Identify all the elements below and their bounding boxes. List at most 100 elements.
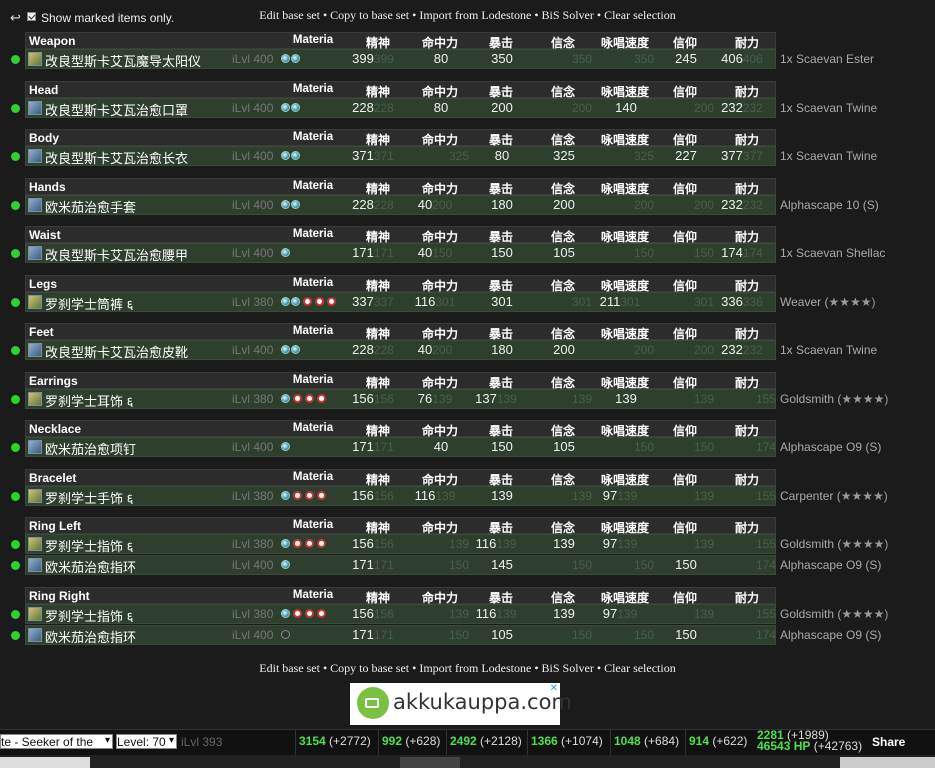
materia-icon[interactable] bbox=[281, 394, 290, 403]
selected-indicator-icon[interactable] bbox=[11, 492, 20, 501]
unmelded-materia-icon[interactable] bbox=[281, 630, 290, 639]
item-name[interactable]: 改良型斯卡艾瓦治愈口罩 bbox=[45, 100, 188, 119]
materia-slots[interactable] bbox=[281, 394, 327, 404]
empty-materia-icon[interactable] bbox=[303, 297, 312, 306]
selected-indicator-icon[interactable] bbox=[11, 346, 20, 355]
materia-slots[interactable] bbox=[281, 609, 327, 619]
item-name[interactable]: 改良型斯卡艾瓦治愈腰甲 bbox=[45, 245, 188, 264]
materia-icon[interactable] bbox=[291, 103, 300, 112]
item-row[interactable]: 欧米茄治愈项钉 iLvl 400 171171 40 150 105 150 150 174 Al… bbox=[11, 437, 881, 458]
materia-slots[interactable] bbox=[281, 442, 291, 452]
materia-icon[interactable] bbox=[281, 103, 290, 112]
item-name[interactable]: 欧米茄治愈项钉 bbox=[45, 439, 136, 458]
materia-icon[interactable] bbox=[291, 345, 300, 354]
materia-slots[interactable] bbox=[281, 539, 327, 549]
item-name[interactable]: 欧米茄治愈指环 bbox=[45, 627, 136, 646]
materia-slots[interactable] bbox=[281, 630, 291, 640]
selected-indicator-icon[interactable] bbox=[11, 249, 20, 258]
action-link[interactable]: Edit base set bbox=[259, 661, 320, 675]
materia-icon[interactable] bbox=[281, 560, 290, 569]
item-name[interactable]: 改良型斯卡艾瓦治愈长衣 bbox=[45, 148, 188, 167]
item-row[interactable]: 罗刹学士手饰 ६ iLvl 380 156156 116139 139 139 97139 1… bbox=[11, 486, 888, 507]
selected-indicator-icon[interactable] bbox=[11, 540, 20, 549]
item-row[interactable]: 改良型斯卡艾瓦魔导太阳仪 iLvl 400 399399 80 350 350 350 245… bbox=[11, 49, 874, 70]
materia-slots[interactable] bbox=[281, 560, 291, 570]
selected-indicator-icon[interactable] bbox=[11, 443, 20, 452]
item-row[interactable]: 改良型斯卡艾瓦治愈皮靴 iLvl 400 228228 40200 180 200 200 2… bbox=[11, 340, 877, 360]
materia-icon[interactable] bbox=[281, 609, 290, 618]
materia-icon[interactable] bbox=[281, 248, 290, 257]
empty-materia-icon[interactable] bbox=[305, 539, 314, 548]
empty-materia-icon[interactable] bbox=[293, 539, 302, 548]
item-row[interactable]: 罗刹学士筒裤 ६ iLvl 380 337337 116301 301 301 211301… bbox=[11, 292, 876, 313]
materia-slots[interactable] bbox=[281, 54, 301, 64]
materia-slots[interactable] bbox=[281, 151, 301, 161]
materia-icon[interactable] bbox=[281, 491, 290, 500]
action-link[interactable]: Clear selection bbox=[604, 8, 676, 22]
item-name[interactable]: 改良型斯卡艾瓦魔导太阳仪 bbox=[45, 51, 201, 70]
advertisement[interactable]: akkukauppa.com ✕ bbox=[350, 683, 572, 725]
materia-icon[interactable] bbox=[281, 151, 290, 160]
item-name[interactable]: 罗刹学士指饰 ६ bbox=[45, 606, 133, 625]
selected-indicator-icon[interactable] bbox=[11, 152, 20, 161]
action-link[interactable]: Clear selection bbox=[604, 661, 676, 675]
materia-icon[interactable] bbox=[281, 442, 290, 451]
selected-indicator-icon[interactable] bbox=[11, 298, 20, 307]
empty-materia-icon[interactable] bbox=[305, 394, 314, 403]
materia-icon[interactable] bbox=[281, 345, 290, 354]
action-link[interactable]: BiS Solver bbox=[542, 661, 594, 675]
selected-indicator-icon[interactable] bbox=[11, 201, 20, 210]
item-name[interactable]: 欧米茄治愈指环 bbox=[45, 557, 136, 576]
selected-indicator-icon[interactable] bbox=[11, 610, 20, 619]
materia-slots[interactable] bbox=[281, 297, 337, 307]
item-name[interactable]: 欧米茄治愈手套 bbox=[45, 197, 136, 216]
empty-materia-icon[interactable] bbox=[293, 394, 302, 403]
item-name[interactable]: 罗刹学士耳饰 ६ bbox=[45, 391, 133, 410]
action-link[interactable]: Copy to base set bbox=[330, 661, 409, 675]
item-row[interactable]: 欧米茄治愈指环 iLvl 400 171171 150 145 150 150 150 174 A… bbox=[11, 555, 881, 576]
item-name[interactable]: 罗刹学士指饰 ६ bbox=[45, 536, 133, 555]
materia-slots[interactable] bbox=[281, 200, 301, 210]
materia-icon[interactable] bbox=[281, 297, 290, 306]
materia-icon[interactable] bbox=[291, 151, 300, 160]
action-link[interactable]: Copy to base set bbox=[330, 8, 409, 22]
materia-slots[interactable] bbox=[281, 345, 301, 355]
selected-indicator-icon[interactable] bbox=[11, 104, 20, 113]
empty-materia-icon[interactable] bbox=[327, 297, 336, 306]
empty-materia-icon[interactable] bbox=[317, 609, 326, 618]
materia-icon[interactable] bbox=[281, 539, 290, 548]
empty-materia-icon[interactable] bbox=[305, 491, 314, 500]
item-row[interactable]: 罗刹学士耳饰 ६ iLvl 380 156156 76139 137139 139 139 1… bbox=[11, 389, 888, 410]
item-row[interactable]: 改良型斯卡艾瓦治愈腰甲 iLvl 400 171171 40150 150 105 150 1… bbox=[11, 243, 885, 264]
item-row[interactable]: 欧米茄治愈手套 iLvl 400 228228 40200 180 200 200 200 23… bbox=[11, 195, 879, 216]
selected-indicator-icon[interactable] bbox=[11, 55, 20, 64]
item-name[interactable]: 罗刹学士筒裤 ६ bbox=[45, 294, 133, 313]
level-select[interactable]: Level: 70 bbox=[116, 734, 177, 749]
empty-materia-icon[interactable] bbox=[293, 609, 302, 618]
empty-materia-icon[interactable] bbox=[293, 491, 302, 500]
materia-icon[interactable] bbox=[291, 54, 300, 63]
action-link[interactable]: Edit base set bbox=[259, 8, 320, 22]
materia-icon[interactable] bbox=[281, 54, 290, 63]
action-link[interactable]: BiS Solver bbox=[542, 8, 594, 22]
item-row[interactable]: 罗刹学士指饰 ६ iLvl 380 156156 139 116139 139 97139 1… bbox=[11, 604, 888, 625]
empty-materia-icon[interactable] bbox=[317, 394, 326, 403]
materia-slots[interactable] bbox=[281, 248, 291, 258]
selected-indicator-icon[interactable] bbox=[11, 395, 20, 404]
materia-slots[interactable] bbox=[281, 491, 327, 501]
materia-icon[interactable] bbox=[291, 297, 300, 306]
action-link[interactable]: Import from Lodestone bbox=[419, 661, 531, 675]
materia-icon[interactable] bbox=[291, 200, 300, 209]
item-row[interactable]: 改良型斯卡艾瓦治愈长衣 iLvl 400 371371 325 80 325 325 227 3… bbox=[11, 146, 877, 167]
selected-indicator-icon[interactable] bbox=[11, 561, 20, 570]
materia-slots[interactable] bbox=[281, 103, 301, 113]
empty-materia-icon[interactable] bbox=[317, 491, 326, 500]
empty-materia-icon[interactable] bbox=[315, 297, 324, 306]
job-select[interactable]: te - Seeker of the bbox=[0, 734, 113, 749]
item-row[interactable]: 改良型斯卡艾瓦治愈口罩 iLvl 400 228228 80 200 200 140 200 2… bbox=[11, 98, 877, 119]
empty-materia-icon[interactable] bbox=[317, 539, 326, 548]
share-button[interactable]: Share bbox=[872, 735, 905, 749]
ad-close-icon[interactable]: ✕ bbox=[550, 683, 558, 694]
item-name[interactable]: 罗刹学士手饰 ६ bbox=[45, 488, 133, 507]
item-row[interactable]: 罗刹学士指饰 ६ iLvl 380 156156 139 116139 139 97139 1… bbox=[11, 534, 888, 555]
